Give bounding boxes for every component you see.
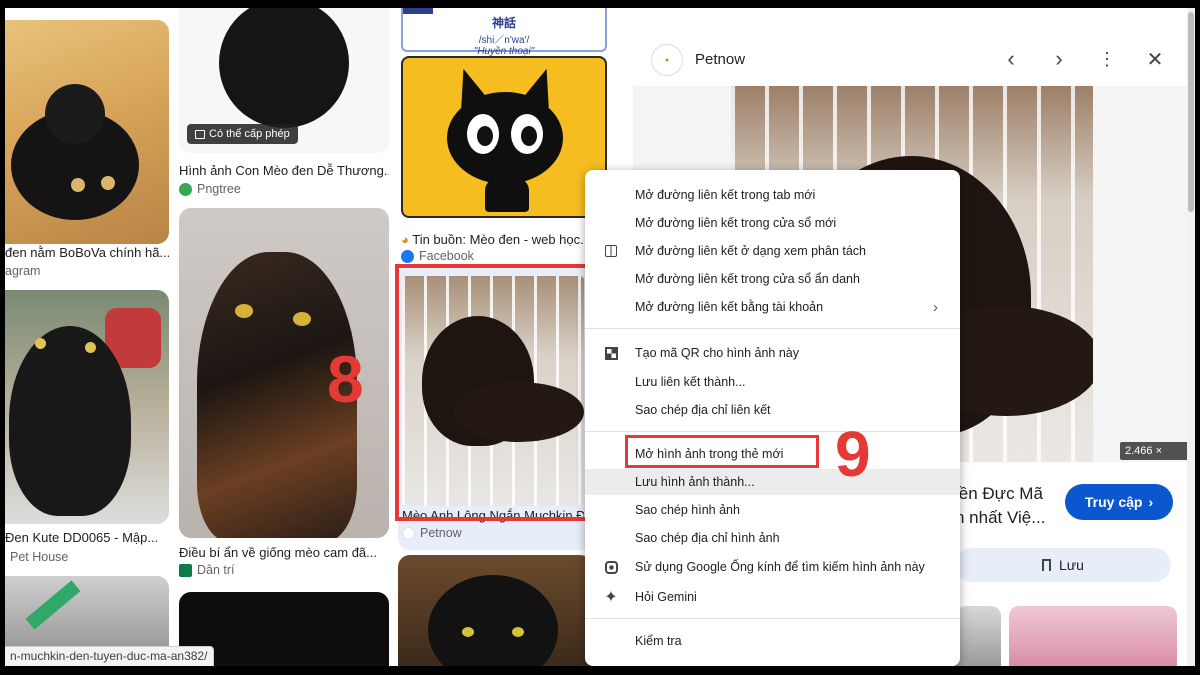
result-title[interactable]: đen nằm BoBoVa chính hã... <box>5 245 169 260</box>
close-button[interactable]: ✕ <box>1143 47 1167 71</box>
menu-inspect[interactable]: Kiểm tra <box>585 628 960 654</box>
menu-separator <box>585 328 960 329</box>
menu-create-qr[interactable]: Tạo mã QR cho hình ảnh này <box>585 340 960 366</box>
image-result-scottish-fold-black[interactable] <box>5 290 169 524</box>
browser-viewport: đen nằm BoBoVa chính hã... agram Đen Kut… <box>5 8 1195 666</box>
menu-open-as-account[interactable]: Mở đường liên kết bằng tài khoản › <box>585 294 960 320</box>
image-result-black-kitten-white-bg[interactable]: Có thể cấp phép <box>179 8 389 153</box>
petnow-favicon <box>402 526 415 540</box>
chevron-right-icon: › <box>1055 46 1063 71</box>
annotation-number-9: 9 <box>835 418 871 490</box>
google-lens-icon <box>603 559 619 575</box>
result-source: Petnow <box>402 526 462 540</box>
dict-word: 神話 <box>491 16 516 30</box>
previous-button[interactable]: ‹ <box>999 46 1023 71</box>
annotation-box-image <box>395 264 590 521</box>
image-result-black-cat-yellow-eyes[interactable] <box>398 555 592 666</box>
status-bar-url: n-muchkin-den-tuyen-duc-ma-an382/ <box>5 646 215 666</box>
facebook-favicon <box>401 249 414 263</box>
save-button[interactable]: Lưu <box>955 548 1171 582</box>
chevron-right-icon: › <box>1148 494 1154 510</box>
dantri-favicon <box>179 563 192 577</box>
menu-google-lens[interactable]: Sử dụng Google Ống kính để tìm kiếm hình… <box>585 554 960 580</box>
menu-copy-link-address[interactable]: Sao chép địa chỉ liên kết <box>585 397 960 423</box>
menu-open-split-view[interactable]: Mở đường liên kết ở dạng xem phân tách <box>585 238 960 264</box>
menu-copy-image[interactable]: Sao chép hình ảnh <box>585 497 960 523</box>
result-title[interactable]: Điều bí ẩn về giống mèo cam đã... <box>179 545 389 560</box>
menu-open-new-tab[interactable]: Mở đường liên kết trong tab mới <box>585 182 960 208</box>
chevron-right-icon: › <box>933 298 938 316</box>
pngtree-favicon <box>179 182 192 196</box>
related-image-2[interactable] <box>1009 606 1177 666</box>
context-menu: Mở đường liên kết trong tab mới Mở đường… <box>585 170 960 666</box>
menu-separator <box>585 618 960 619</box>
menu-save-image-as[interactable]: Lưu hình ảnh thành... <box>585 469 960 495</box>
menu-open-new-window[interactable]: Mở đường liên kết trong cửa sổ mới <box>585 210 960 236</box>
image-dimensions: 2.466 × 2.560 <box>1120 442 1195 475</box>
page-scrollbar[interactable] <box>1187 8 1195 666</box>
result-title[interactable]: Đen Kute DD0065 - Mập... <box>5 530 169 545</box>
preview-title[interactable]: iền Đực Mã n nhất Việ... <box>955 482 1045 530</box>
image-result-black-kitten-plush[interactable] <box>5 20 169 244</box>
qr-code-icon <box>603 345 619 361</box>
emoji-icon: ◕ <box>401 232 413 247</box>
dictionary-card[interactable]: 神話 /shi／n'wa'/ "Huyền thoại" <box>401 8 607 57</box>
menu-open-incognito[interactable]: Mở đường liên kết trong cửa sổ ẩn danh <box>585 266 960 292</box>
result-title[interactable]: ◕ Tin buồn: Mèo đen - web học... <box>401 232 591 247</box>
license-badge[interactable]: Có thể cấp phép <box>187 124 298 144</box>
site-favicon: ● <box>651 44 683 76</box>
chevron-left-icon: ‹ <box>1007 46 1015 71</box>
scrollbar-thumb[interactable] <box>1188 12 1194 212</box>
site-name[interactable]: Petnow <box>695 51 745 68</box>
more-options-button[interactable]: ⋮ <box>1095 47 1119 71</box>
result-source: agram <box>5 264 41 278</box>
result-title[interactable]: Hình ảnh Con Mèo đen Dễ Thương... <box>179 163 389 178</box>
image-result-cartoon-black-cat[interactable] <box>401 56 607 218</box>
dict-pinyin: /shi／n'wa'/ <box>478 35 530 46</box>
menu-copy-image-address[interactable]: Sao chép địa chỉ hình ảnh <box>585 525 960 551</box>
more-vert-icon: ⋮ <box>1098 48 1116 69</box>
menu-save-link-as[interactable]: Lưu liên kết thành... <box>585 369 960 395</box>
next-button[interactable]: › <box>1047 46 1071 71</box>
bookmark-icon <box>1042 559 1052 571</box>
menu-ask-gemini[interactable]: ✦ Hỏi Gemini <box>585 584 960 610</box>
menu-separator <box>585 431 960 432</box>
result-source: Dân trí <box>179 563 235 577</box>
visit-button[interactable]: Truy cập › <box>1065 484 1173 520</box>
related-image-1[interactable] <box>955 606 1001 666</box>
result-source: Pet House <box>10 550 69 564</box>
split-view-icon <box>603 243 619 259</box>
annotation-number-8: 8 <box>327 342 364 416</box>
result-source: Pngtree <box>179 182 241 196</box>
image-icon <box>195 129 205 139</box>
result-source: Facebook <box>401 249 474 263</box>
annotation-box-menu-item <box>625 435 819 468</box>
close-icon: ✕ <box>1146 48 1164 71</box>
gemini-sparkle-icon: ✦ <box>604 589 618 606</box>
